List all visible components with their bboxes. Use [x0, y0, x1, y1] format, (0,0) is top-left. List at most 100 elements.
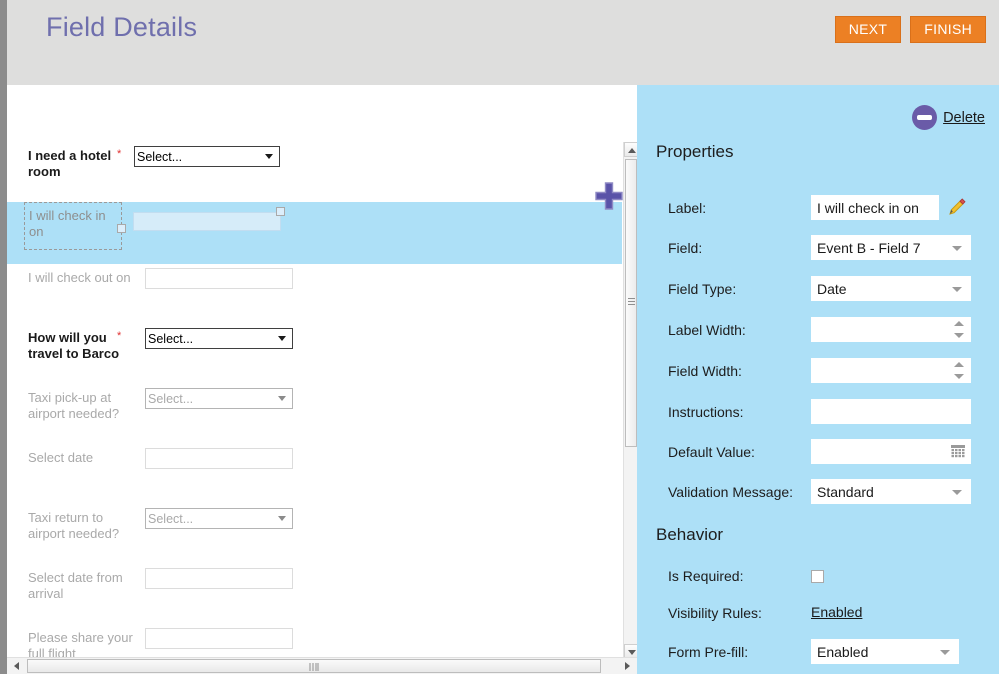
form-horizontal-scrollbar[interactable]: [7, 657, 637, 674]
travel-method-select[interactable]: Select...: [145, 328, 293, 349]
form-row-taxi-return[interactable]: Taxi return to airport needed? Select...: [7, 504, 622, 564]
form-row-control[interactable]: [145, 624, 293, 649]
property-row-field-type: Field Type: Date: [668, 276, 988, 301]
instructions-input[interactable]: [811, 399, 971, 424]
property-row-default-value: Default Value:: [668, 439, 988, 464]
flight-details-input[interactable]: [145, 628, 293, 649]
triangle-up-icon: [628, 148, 636, 153]
property-field[interactable]: Date: [811, 276, 971, 301]
form-row-flight-details[interactable]: Please share your full flight: [7, 624, 622, 659]
scroll-right-button[interactable]: [619, 658, 635, 674]
form-row-control[interactable]: Select...: [145, 384, 293, 409]
scrollbar-grip: [310, 663, 319, 671]
scrollbar-thumb-vertical[interactable]: [625, 159, 637, 447]
behavior-field[interactable]: [811, 570, 824, 583]
select-date-input[interactable]: [145, 448, 293, 469]
form-row-control[interactable]: Select...: [145, 504, 293, 529]
form-row-control[interactable]: [145, 264, 293, 289]
scroll-left-button[interactable]: [9, 658, 25, 674]
field-width-stepper[interactable]: [811, 358, 971, 383]
form-row-select-date[interactable]: Select date: [7, 444, 622, 504]
property-label: Field Width:: [668, 363, 811, 379]
is-required-checkbox[interactable]: [811, 570, 824, 583]
form-row-check-out-on[interactable]: I will check out on: [7, 264, 622, 324]
taxi-pickup-select[interactable]: Select...: [145, 388, 293, 409]
property-row-label-width: Label Width:: [668, 317, 988, 342]
form-row-control[interactable]: [145, 564, 293, 589]
required-asterisk: *: [117, 330, 121, 342]
label-input[interactable]: [811, 195, 939, 220]
header-actions: NEXT FINISH: [835, 16, 986, 43]
property-field[interactable]: [811, 317, 971, 342]
field-resize-handle[interactable]: [276, 207, 285, 216]
delete-action[interactable]: Delete: [912, 105, 985, 130]
property-field[interactable]: Standard: [811, 479, 971, 504]
behavior-row-form-prefill: Form Pre-fill: Enabled: [668, 639, 988, 664]
behavior-label: Visibility Rules:: [668, 605, 811, 621]
page-title: Field Details: [46, 12, 197, 43]
pencil-icon[interactable]: [947, 197, 967, 217]
form-vertical-scrollbar[interactable]: [623, 142, 637, 659]
behavior-field[interactable]: Enabled: [811, 639, 959, 664]
form-row-label: Please share your full flight: [28, 624, 134, 659]
minus-circle-icon[interactable]: [912, 105, 937, 130]
form-row-hotel-room[interactable]: I need a hotel room * Select...: [7, 142, 622, 202]
form-row-control[interactable]: [145, 444, 293, 469]
triangle-left-icon: [14, 662, 19, 670]
property-label: Default Value:: [668, 444, 811, 460]
behavior-label: Is Required:: [668, 568, 811, 584]
behavior-field[interactable]: Enabled: [811, 604, 862, 622]
check-in-date-input[interactable]: [133, 212, 281, 231]
form-prefill-select[interactable]: Enabled: [811, 639, 959, 664]
property-row-label: Label:: [668, 195, 988, 220]
scroll-up-button[interactable]: [624, 142, 637, 157]
form-row-travel-to-barco[interactable]: How will you travel to Barco * Select...: [7, 324, 622, 384]
delete-link[interactable]: Delete: [943, 110, 985, 126]
calendar-icon[interactable]: [951, 445, 965, 458]
form-row-label-selected[interactable]: I will check in on: [24, 202, 122, 250]
property-field[interactable]: [811, 358, 971, 383]
taxi-return-select[interactable]: Select...: [145, 508, 293, 529]
properties-section-title: Properties: [656, 142, 733, 162]
field-type-select[interactable]: Date: [811, 276, 971, 301]
property-row-validation-message: Validation Message: Standard: [668, 479, 988, 504]
spinner-up-icon[interactable]: [954, 321, 964, 326]
page-header: Field Details NEXT FINISH: [7, 0, 999, 85]
triangle-down-icon: [628, 650, 636, 655]
label-resize-handle[interactable]: [117, 224, 126, 233]
spinner-down-icon[interactable]: [954, 374, 964, 379]
form-row-check-in-on[interactable]: I will check in on: [7, 202, 622, 264]
hotel-room-select[interactable]: Select...: [134, 146, 280, 167]
property-field[interactable]: [811, 399, 971, 424]
visibility-rules-link[interactable]: Enabled: [811, 604, 862, 620]
scrollbar-thumb-horizontal[interactable]: [27, 659, 601, 673]
default-value-input[interactable]: [811, 439, 971, 464]
form-row-control[interactable]: Select...: [134, 142, 280, 167]
scrollbar-grip: [628, 298, 635, 306]
form-row-control[interactable]: Select...: [145, 324, 293, 349]
form-row-select-date-from-arrival[interactable]: Select date from arrival: [7, 564, 622, 624]
label-width-stepper[interactable]: [811, 317, 971, 342]
property-field[interactable]: Event B - Field 7: [811, 235, 971, 260]
property-field[interactable]: [811, 195, 939, 220]
form-row-label: I will check in on: [29, 208, 106, 239]
next-button[interactable]: NEXT: [835, 16, 902, 43]
spinner-up-icon[interactable]: [954, 362, 964, 367]
add-field-plus-icon[interactable]: [592, 179, 626, 213]
finish-button[interactable]: FINISH: [910, 16, 986, 43]
spinner-arrows[interactable]: [954, 321, 964, 338]
property-label: Label:: [668, 200, 811, 216]
form-row-taxi-pickup[interactable]: Taxi pick-up at airport needed? Select..…: [7, 384, 622, 444]
spinner-arrows[interactable]: [954, 362, 964, 379]
form-row-label: Taxi pick-up at airport needed?: [28, 384, 134, 422]
behavior-row-visibility-rules: Visibility Rules: Enabled: [668, 604, 988, 622]
property-field[interactable]: [811, 439, 971, 464]
property-label: Field Type:: [668, 281, 811, 297]
validation-message-select[interactable]: Standard: [811, 479, 971, 504]
form-row-label: Taxi return to airport needed?: [28, 504, 134, 542]
field-select[interactable]: Event B - Field 7: [811, 235, 971, 260]
spinner-down-icon[interactable]: [954, 333, 964, 338]
date-from-arrival-input[interactable]: [145, 568, 293, 589]
property-row-instructions: Instructions:: [668, 399, 988, 424]
check-out-date-input[interactable]: [145, 268, 293, 289]
